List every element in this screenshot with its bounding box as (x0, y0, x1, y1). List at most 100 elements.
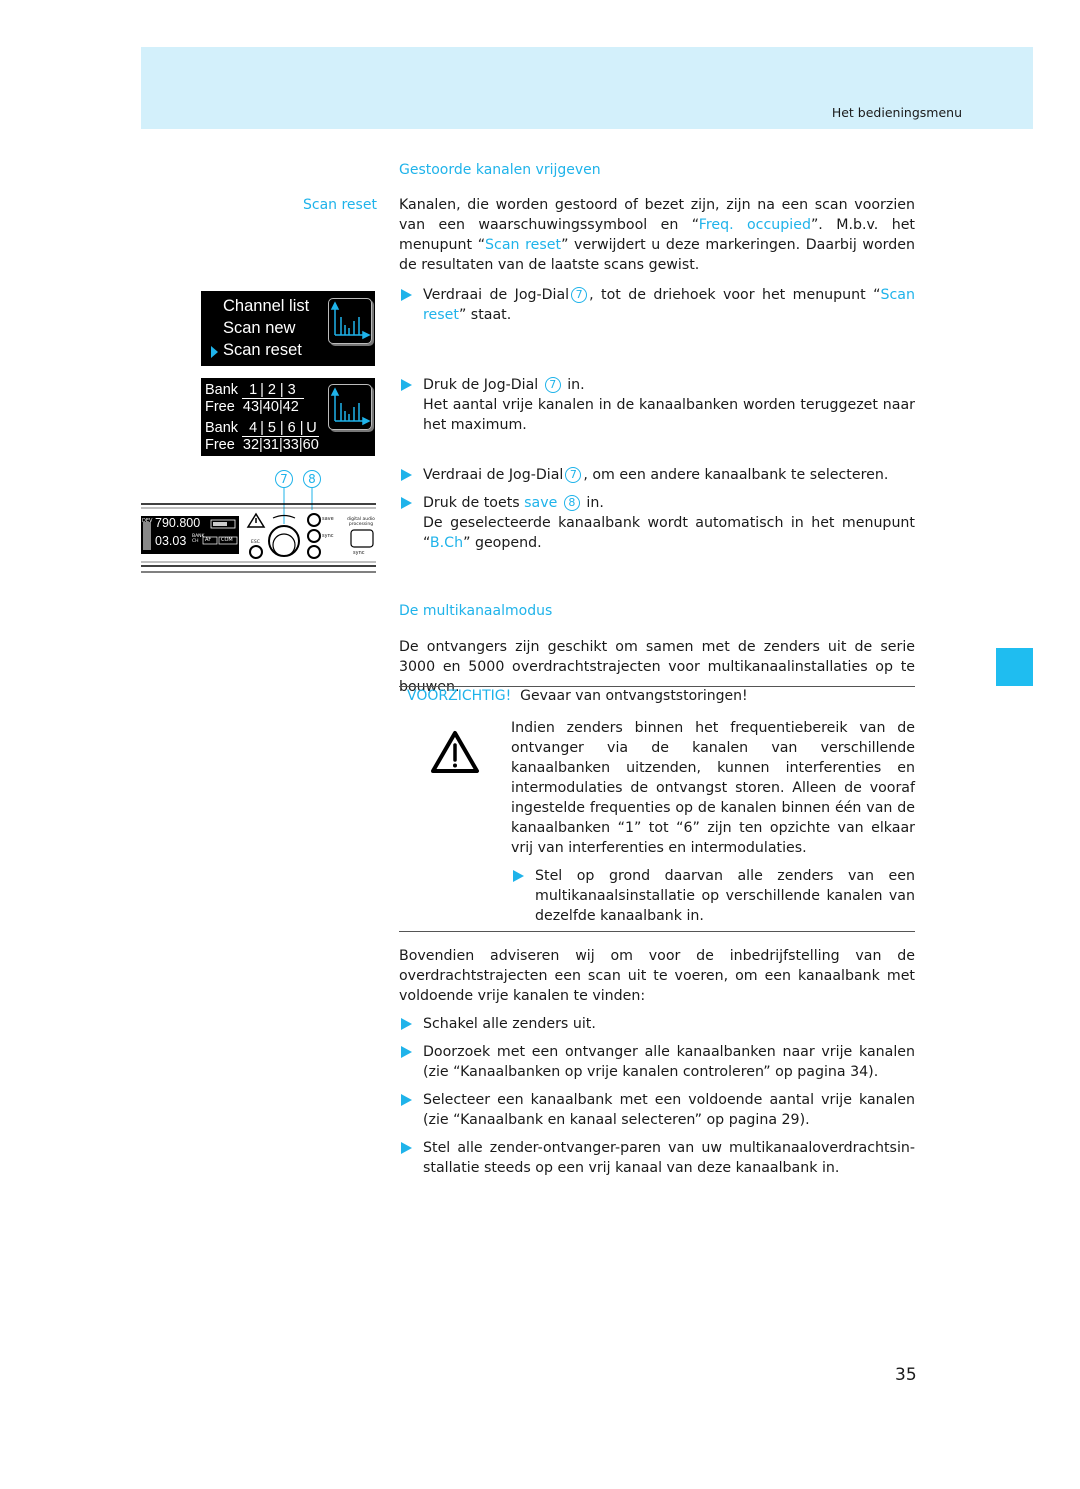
highlight-save: save (524, 495, 558, 511)
callout-7-icon: 7 (544, 377, 561, 393)
spectrum-chart-icon (328, 384, 372, 430)
warning-bottom-rule (399, 931, 915, 932)
free-count: 42 (282, 399, 299, 415)
bullet-triangle-icon (401, 1018, 412, 1030)
step-2: Druk de Jog-Dial 7 in. Het aantal vrije … (399, 375, 915, 435)
text: Schakel alle zenders uit. (423, 1016, 596, 1032)
warning-step: Stel op grond daarvan alle zenders van e… (511, 866, 915, 926)
dev-label: DEV (142, 518, 153, 524)
warning-heading: VOORZICHTIG! Gevaar van ontvangststoring… (407, 688, 748, 704)
multi-step-3: Selecteer een kanaalbank met een voldoen… (399, 1090, 915, 1130)
text: ” staat. (458, 307, 512, 323)
bullet-triangle-icon (401, 289, 412, 301)
bank-row-1: Bank 1 | 2 | 3 (205, 382, 304, 399)
bullet-triangle-icon (401, 469, 412, 481)
bank-number: 3 (287, 382, 296, 398)
sync2-label: sync (353, 550, 365, 556)
bullet-triangle-icon (401, 379, 412, 391)
running-header: Het bedieningsmenu (831, 105, 962, 120)
sync-button[interactable] (307, 529, 321, 543)
section-heading-multikanaal: De multikanaalmodus (399, 603, 553, 619)
bullet-triangle-icon (401, 497, 412, 509)
free-row-1: Free 43|40|42 (205, 399, 299, 415)
step-1: Verdraai de Jog-Dial 7, tot de driehoek v… (399, 285, 915, 325)
free-count: 33 (282, 437, 299, 453)
callout-7-icon: 7 (565, 467, 582, 483)
text: Verdraai de Jog-Dial (423, 287, 570, 303)
page-number: 35 (895, 1365, 917, 1385)
selection-triangle-icon (211, 346, 218, 358)
text: Stel alle zender-ontvanger-paren van uw … (423, 1140, 915, 1176)
ch-label: CH (192, 539, 199, 544)
free-count: 60 (302, 437, 319, 453)
af-indicator: AF (205, 537, 212, 543)
bank-number: 4 (249, 420, 258, 436)
frequency-readout: 790.800 (155, 516, 201, 530)
callout-8-icon: 8 (563, 495, 580, 511)
esc-button[interactable] (249, 545, 263, 559)
warning-top-rule (399, 686, 915, 687)
chapter-tab-marker (996, 648, 1033, 686)
free-count: 40 (262, 399, 279, 415)
menu-item-channel-list: Channel list (223, 297, 310, 315)
bullet-triangle-icon (513, 870, 524, 882)
multi-step-2: Doorzoek met een ontvanger alle kanaalba… (399, 1042, 915, 1082)
bank-header-cells: 1 | 2 | 3 (242, 382, 304, 399)
text: Doorzoek met een ontvanger alle kanaalba… (423, 1044, 915, 1080)
bank-channel-readout: 03.03 (155, 534, 187, 548)
highlight-scan-reset: Scan reset (485, 237, 562, 253)
text: in. (581, 495, 604, 511)
text: Verdraai de Jog-Dial (423, 467, 564, 483)
menu-item-scan-reset: Scan reset (223, 341, 302, 359)
bank-number: 6 (287, 420, 296, 436)
bovendien-paragraph: Bovendien adviseren wij om voor de inbed… (399, 948, 915, 1004)
step-result: Het aantal vrije kanalen in de kanaalban… (423, 397, 915, 433)
text: Selecteer een kanaalbank met een voldoen… (423, 1092, 915, 1128)
menu-item-scan-new: Scan new (223, 319, 296, 337)
spectrum-chart-icon (328, 298, 372, 344)
free-count: 31 (262, 437, 279, 453)
warning-label: VOORZICHTIG! (407, 688, 512, 704)
callout-7-icon: 7 (571, 287, 588, 303)
free-count: 43 (242, 399, 260, 415)
lcd-menu-screen: Channel list Scan new Scan reset (201, 291, 375, 366)
bank-number: 2 (267, 382, 276, 398)
multi-step-4: Stel alle zender-ontvanger-paren van uw … (399, 1138, 915, 1178)
bank-ch-label: BANK CH (192, 534, 204, 544)
bank-label: Bank (205, 382, 239, 398)
headphone-icon (307, 545, 321, 559)
step-3: Verdraai de Jog-Dial 7, om een andere kan… (399, 465, 915, 485)
bank-row-2: Bank 4 | 5 | 6 | U (205, 420, 320, 437)
jog-dial[interactable] (259, 526, 309, 576)
bank-number: U (306, 420, 317, 436)
save-button[interactable] (307, 513, 321, 527)
warning-title: Gevaar van ontvangststoringen! (520, 688, 748, 704)
text: Druk de Jog-Dial (423, 377, 539, 393)
com-indicator: COM (221, 537, 233, 543)
bank-label: Bank (205, 420, 239, 436)
receiver-front-panel: DEV 790.800 03.03 BANK CH AF COM ESC save… (141, 496, 376, 574)
free-row-2: Free 32|31|33|60 (205, 437, 319, 453)
bank-number: 1 (249, 382, 258, 398)
lcd-bank-screen: Bank 1 | 2 | 3 Free 43|40|42 Bank 4 | 5 | 6 | U Fr… (201, 378, 375, 456)
sync-label: sync (322, 533, 334, 539)
bullet-triangle-icon (401, 1142, 412, 1154)
text: , om een andere kanaalbank te selecteren… (583, 467, 889, 483)
warning-body: Indien zenders binnen het frequentiebere… (511, 720, 915, 856)
text: Stel op grond daarvan alle zenders van e… (535, 868, 915, 924)
text: ” geopend. (463, 535, 542, 551)
highlight-bch: B.Ch (429, 535, 464, 551)
side-label-scan-reset: Scan reset (303, 197, 377, 213)
bank-number: 5 (267, 420, 276, 436)
bank-header-cells: 4 | 5 | 6 | U (242, 420, 320, 437)
text: , tot de driehoek voor het menupunt “ (589, 287, 881, 303)
text: Druk de toets (423, 495, 525, 511)
text: in. (562, 377, 585, 393)
intro-paragraph: Kanalen, die worden gestoord of bezet zi… (399, 195, 915, 275)
free-label: Free (205, 437, 235, 453)
free-count: 32 (242, 437, 260, 453)
free-label: Free (205, 399, 235, 415)
bullet-triangle-icon (401, 1046, 412, 1058)
save-label: save (322, 516, 334, 522)
bullet-triangle-icon (401, 1094, 412, 1106)
